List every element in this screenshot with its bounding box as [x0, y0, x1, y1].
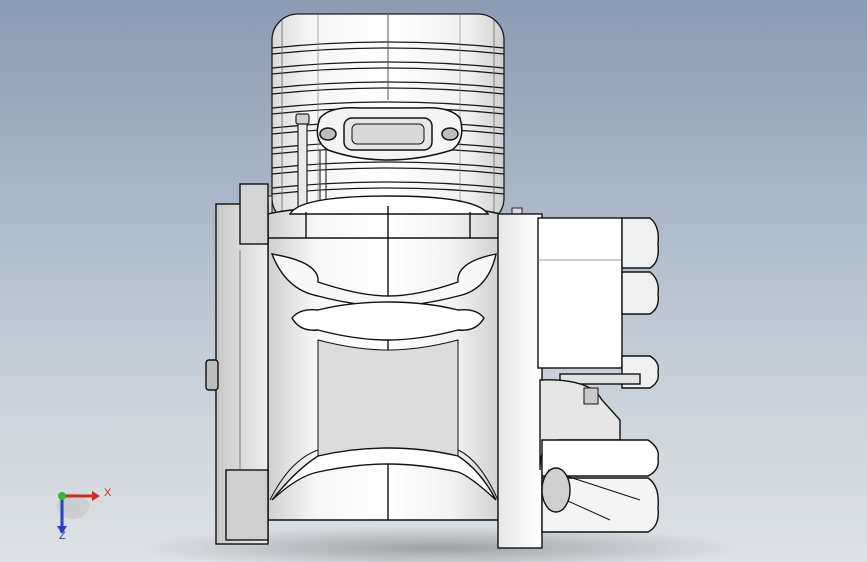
crankcase-body[interactable] — [267, 195, 501, 521]
engine-model[interactable] — [0, 0, 867, 562]
left-mount-plate[interactable] — [205, 183, 269, 545]
exhaust-flange[interactable] — [316, 106, 463, 161]
coordinate-triad[interactable]: X Z — [40, 478, 120, 548]
cad-viewport[interactable]: X Z — [0, 0, 867, 562]
carburetor-assembly[interactable] — [497, 213, 660, 549]
x-axis-label: X — [104, 487, 112, 499]
z-axis-label: Z — [59, 530, 66, 542]
